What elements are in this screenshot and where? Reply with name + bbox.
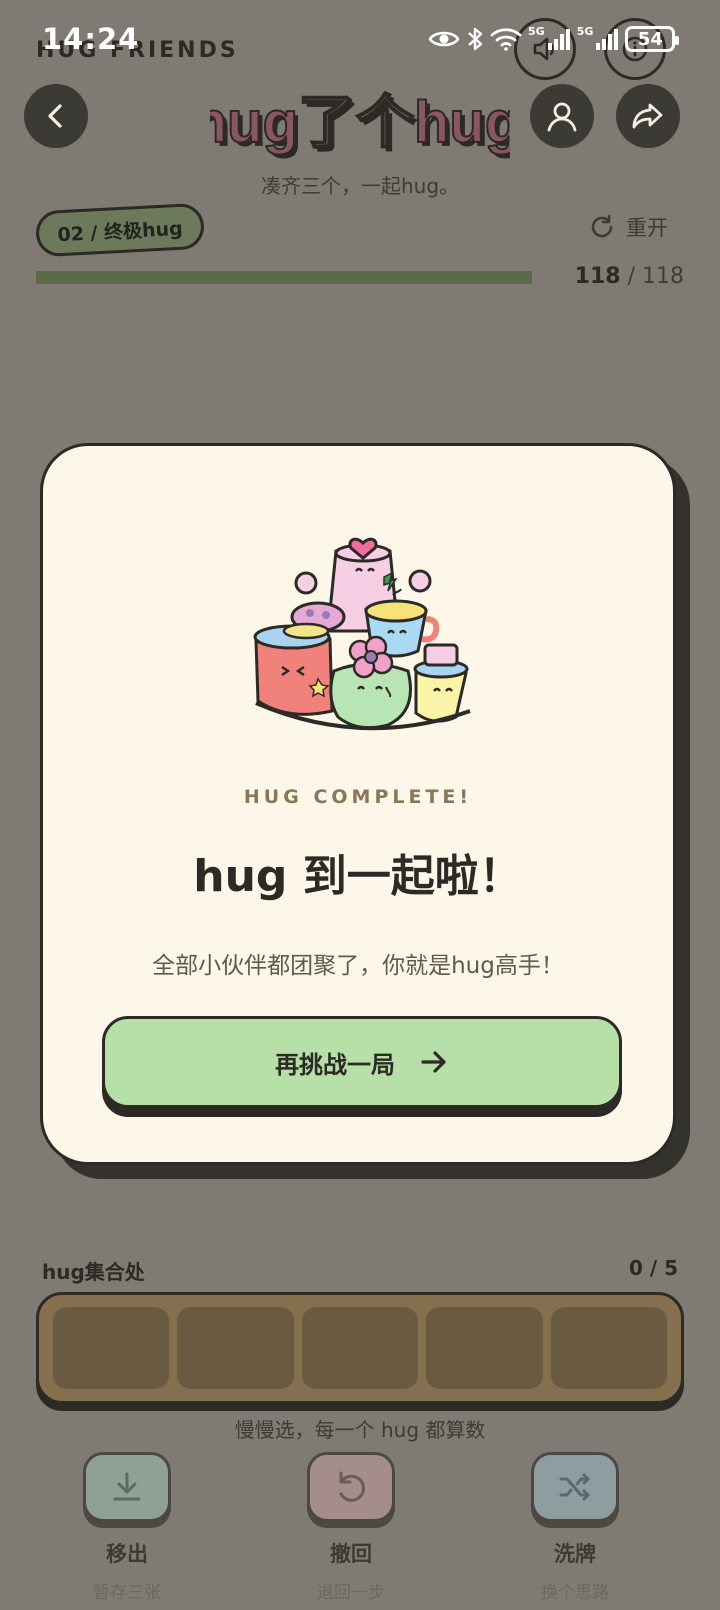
- signal-type-label: 5G: [576, 24, 594, 38]
- arrow-right-icon: [421, 1051, 446, 1073]
- level-progress-bar: [36, 271, 532, 284]
- tray-title: hug集合处: [42, 1260, 145, 1284]
- restart-button[interactable]: 重开: [588, 212, 668, 242]
- restart-label: 重开: [626, 216, 668, 240]
- logo-text: hug了个hug: [210, 90, 510, 155]
- bluetooth-icon: [468, 27, 483, 51]
- tool-name: 洗牌: [554, 1542, 596, 1566]
- shuffle-button[interactable]: [531, 1452, 619, 1522]
- tray-slot: [426, 1307, 543, 1389]
- progress-current: 118: [574, 264, 621, 289]
- tool-sub: 换个思路: [541, 1583, 609, 1603]
- chevron-left-icon: [48, 104, 62, 128]
- status-time: 14:24: [42, 22, 140, 56]
- share-icon: [632, 103, 663, 129]
- signal-icon: [547, 29, 570, 50]
- signal-icon: [596, 29, 619, 50]
- refresh-icon: [591, 214, 613, 238]
- wifi-icon: [490, 28, 522, 51]
- play-again-label: 再挑战一局: [275, 1050, 395, 1079]
- tool-shuffle[interactable]: 洗牌 换个思路: [510, 1452, 640, 1603]
- completion-dialog: HUG COMPLETE! hug 到一起啦！ 全部小伙伴都团聚了，你就是hug…: [40, 443, 676, 1165]
- back-button[interactable]: [24, 84, 88, 148]
- progress-total: / 118: [627, 264, 684, 289]
- play-again-button[interactable]: 再挑战一局: [102, 1016, 622, 1108]
- system-icons: 5G 5G 54: [428, 24, 680, 52]
- undo-icon: [339, 1471, 366, 1502]
- tray-hint: 慢慢选，每一个 hug 都算数: [234, 1418, 486, 1442]
- tray-slot: [53, 1307, 170, 1389]
- dialog-title: hug 到一起啦！: [193, 851, 523, 902]
- level-progress-fill: [36, 271, 532, 284]
- share-button[interactable]: [616, 84, 680, 148]
- tray-count: 0 / 5: [628, 1256, 678, 1280]
- tool-undo[interactable]: 撤回 退回一步: [286, 1452, 416, 1603]
- tool-remove[interactable]: 移出 暂存三张: [62, 1452, 192, 1603]
- undo-button[interactable]: [307, 1452, 395, 1522]
- tray-slot: [301, 1307, 419, 1389]
- app-subtitle: 凑齐三个，一起hug。: [260, 174, 460, 198]
- dialog-description: 全部小伙伴都团聚了，你就是hug高手！: [152, 953, 564, 979]
- battery-indicator: 54: [625, 26, 680, 52]
- remove-button[interactable]: [83, 1452, 171, 1522]
- hug-tray: [36, 1292, 684, 1404]
- tool-name: 移出: [106, 1542, 148, 1566]
- shuffle-icon: [559, 1473, 590, 1501]
- complete-kicker: HUG COMPLETE!: [243, 786, 473, 808]
- tool-name: 撤回: [330, 1542, 372, 1566]
- level-badge: 02 / 终极hug: [34, 202, 206, 258]
- download-icon: [113, 1472, 141, 1501]
- signal-type-label: 5G: [528, 24, 545, 38]
- tool-sub: 退回一步: [317, 1583, 385, 1603]
- hug-friends-illustration: [253, 537, 471, 731]
- tray-slot: [550, 1307, 668, 1389]
- status-bar: HUG FRIENDS 14:24 5G 5G 54: [0, 0, 720, 80]
- progress-count: 118 / 118: [575, 264, 684, 289]
- profile-button[interactable]: [530, 84, 594, 148]
- eye-icon: [428, 31, 460, 47]
- app-logo: hug了个hug hug了个hug: [210, 89, 510, 159]
- tray-slot: [177, 1307, 294, 1389]
- tool-sub: 暂存三张: [93, 1583, 161, 1603]
- user-icon: [547, 102, 577, 132]
